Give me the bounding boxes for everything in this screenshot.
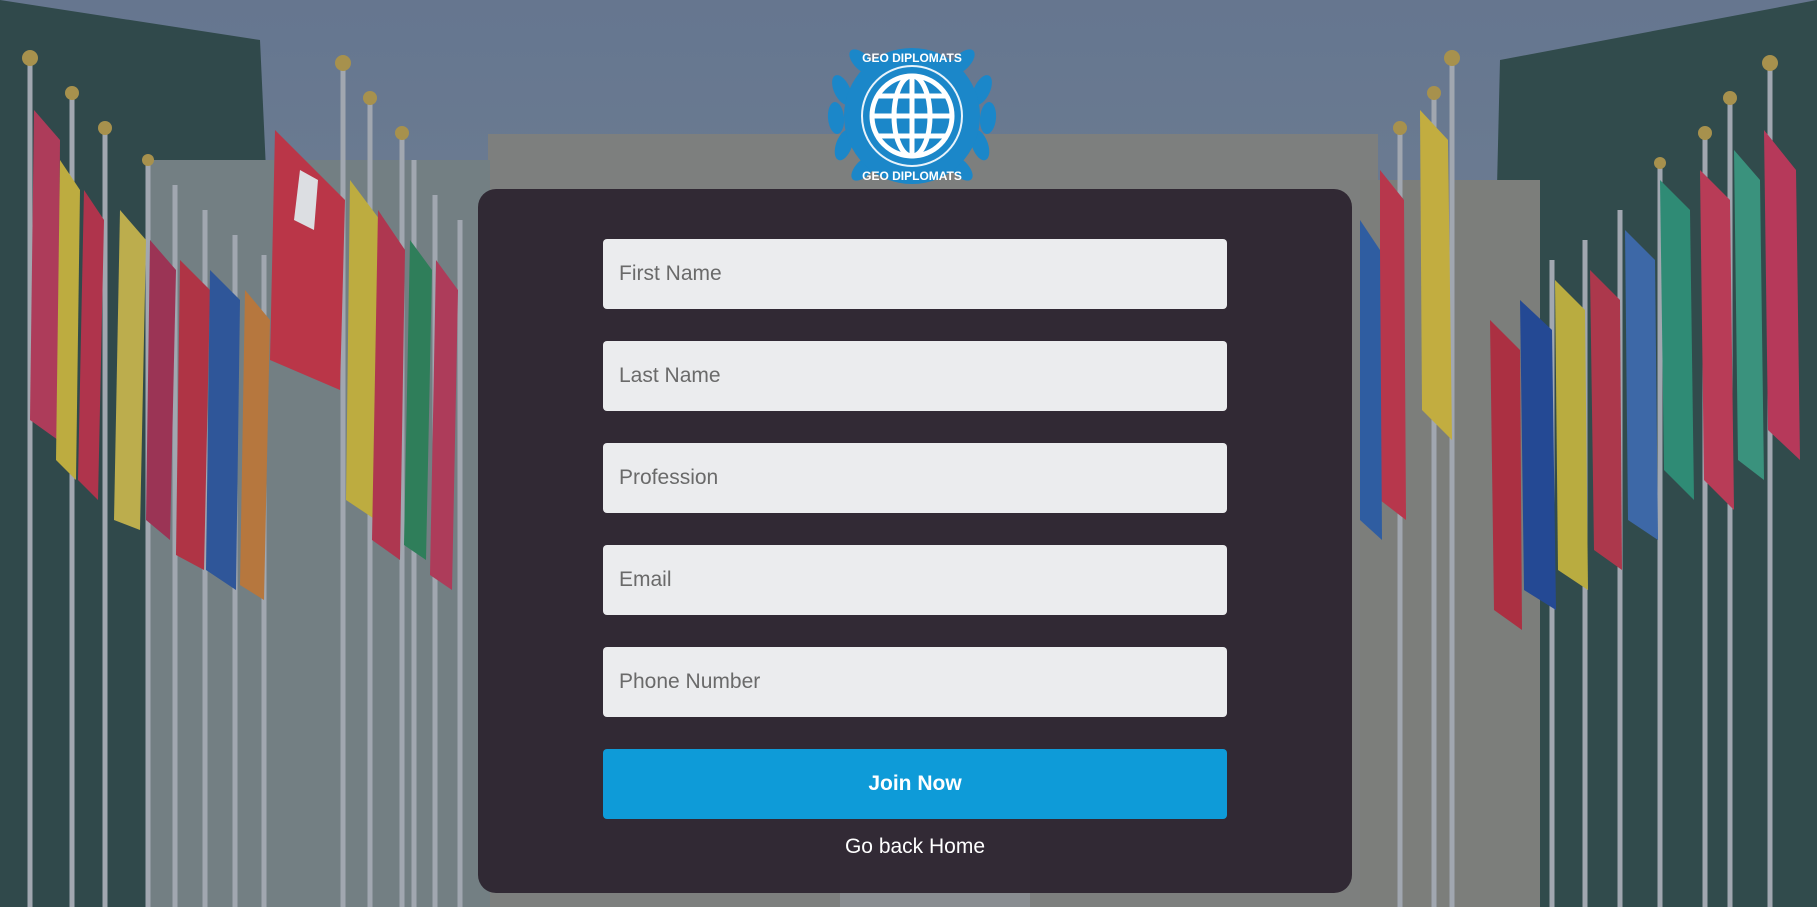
- svg-text:GEO DIPLOMATS: GEO DIPLOMATS: [862, 51, 962, 65]
- phone-number-input[interactable]: [603, 647, 1227, 717]
- profession-input[interactable]: [603, 443, 1227, 513]
- go-back-home-link[interactable]: Go back Home: [478, 835, 1352, 859]
- geo-diplomats-logo: GEO DIPLOMATS GEO DIPLOMATS: [827, 48, 997, 184]
- join-now-button[interactable]: Join Now: [603, 749, 1227, 819]
- last-name-input[interactable]: [603, 341, 1227, 411]
- svg-text:GEO DIPLOMATS: GEO DIPLOMATS: [862, 169, 962, 183]
- first-name-input[interactable]: [603, 239, 1227, 309]
- globe-icon: [869, 73, 955, 159]
- signup-panel: Join Now Go back Home: [478, 189, 1352, 893]
- email-input[interactable]: [603, 545, 1227, 615]
